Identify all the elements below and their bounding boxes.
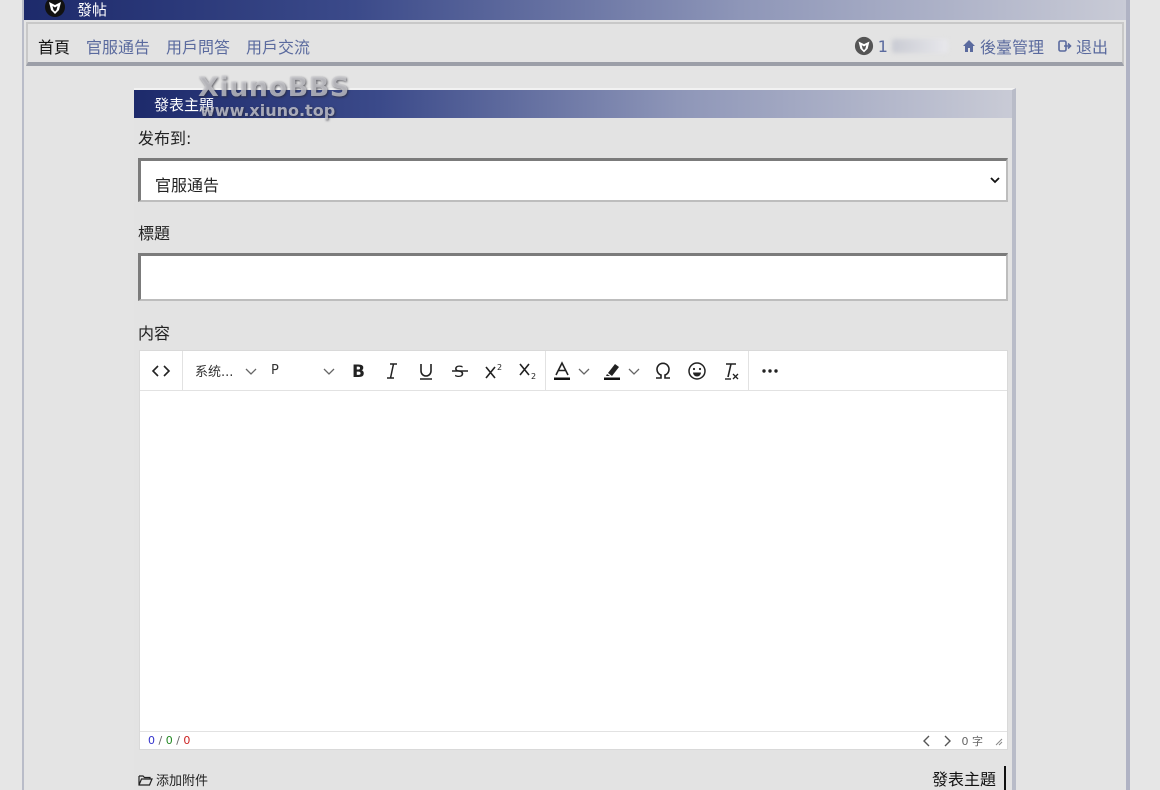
chevron-left-icon[interactable] [922, 735, 932, 747]
folder-open-icon [138, 774, 153, 786]
highlight-icon [604, 363, 620, 380]
svg-text:2: 2 [497, 363, 502, 372]
chevron-down-icon [990, 177, 1000, 184]
special-char-button[interactable] [646, 351, 680, 391]
superscript-icon: 2 [485, 363, 502, 379]
nav-user-area: 1 後臺管理 退出 [854, 34, 1108, 58]
emoji-icon [688, 361, 706, 380]
superscript-button[interactable]: 2 [477, 351, 511, 391]
window-titlebar: 發帖 [24, 0, 1126, 20]
forum-select[interactable]: 官服通告 [138, 158, 1008, 202]
special-char-icon [656, 362, 670, 379]
font-family-value: 系统... [195, 365, 234, 380]
clear-format-button[interactable] [714, 351, 748, 391]
more-button[interactable] [749, 351, 791, 391]
panel-header: 發表主題 [134, 90, 1012, 118]
user-menu[interactable]: 1 [854, 36, 948, 56]
chevron-down-icon [578, 368, 590, 375]
chevron-right-icon[interactable] [942, 735, 952, 747]
forum-select-value: 官服通告 [155, 176, 220, 195]
emoji-button[interactable] [680, 351, 714, 391]
username-redacted [891, 39, 948, 53]
title-input[interactable] [138, 253, 1008, 301]
home-icon [962, 40, 975, 52]
code-view-button[interactable] [140, 351, 182, 391]
window-title: 發帖 [77, 1, 108, 19]
logout-label: 退出 [1075, 38, 1108, 57]
editor-statusbar: 0 / 0 / 0 0 字 [140, 731, 1007, 749]
chevron-down-icon [628, 368, 640, 375]
user-avatar-icon [854, 36, 873, 56]
admin-label: 後臺管理 [979, 38, 1044, 57]
add-attachment-link[interactable]: 添加附件 [138, 770, 208, 789]
rich-text-editor: 系统... P B S 2 2 0 / 0 / 0 0 字 [139, 350, 1008, 750]
bold-button[interactable]: B [341, 351, 375, 391]
editor-counts: 0 / 0 / 0 [148, 734, 191, 747]
strikethrough-icon: S [452, 362, 468, 381]
logout-icon [1058, 40, 1072, 52]
count-c: 0 [183, 734, 191, 747]
italic-icon [387, 362, 397, 379]
logout-link[interactable]: 退出 [1058, 34, 1108, 58]
bold-icon: B [352, 362, 365, 381]
statusbar-right: 0 字 [922, 733, 1004, 749]
nav-links: 首頁 官服通告 用戶問答 用戶交流 [38, 34, 310, 58]
resize-handle-icon[interactable] [993, 736, 1003, 746]
username: 1 [877, 36, 888, 56]
subscript-icon: 2 [519, 362, 536, 381]
editor-toolbar: 系统... P B S 2 2 [140, 350, 1007, 391]
font-color-icon [554, 360, 570, 380]
block-format-value: P [271, 363, 279, 378]
nav-link-home[interactable]: 首頁 [38, 34, 70, 58]
chevron-down-icon [245, 368, 257, 375]
highlight-button[interactable] [596, 351, 646, 391]
nav-link-qa[interactable]: 用戶問答 [166, 34, 230, 58]
svg-text:B: B [352, 362, 365, 381]
publish-to-label: 发布到: [138, 129, 192, 148]
clear-format-icon [725, 362, 739, 380]
underline-button[interactable] [409, 351, 443, 391]
code-view-icon [151, 364, 171, 377]
more-icon [762, 368, 778, 373]
submit-topic-button[interactable]: 發表主題 [923, 766, 1006, 790]
italic-button[interactable] [375, 351, 409, 391]
panel-title: 發表主題 [154, 96, 215, 114]
subscript-button[interactable]: 2 [511, 351, 545, 391]
editor-content-area[interactable] [140, 391, 1007, 732]
nav-link-community[interactable]: 用戶交流 [246, 34, 310, 58]
strikethrough-button[interactable]: S [443, 351, 477, 391]
count-b: 0 [165, 734, 173, 747]
content-label: 内容 [138, 324, 171, 343]
underline-icon [420, 363, 432, 380]
new-topic-panel: 發表主題 发布到: 官服通告 標題 内容 系统... P B S 2 2 0 /… [134, 88, 1016, 790]
word-count: 0 字 [961, 735, 984, 748]
font-color-button[interactable] [546, 351, 596, 391]
svg-text:2: 2 [531, 372, 536, 381]
nav-link-announcements[interactable]: 官服通告 [86, 34, 150, 58]
title-label: 標題 [138, 224, 171, 243]
admin-link[interactable]: 後臺管理 [962, 34, 1044, 58]
add-attachment-label: 添加附件 [156, 774, 209, 789]
block-format-dropdown[interactable]: P [263, 351, 341, 391]
site-logo-icon [45, 0, 65, 17]
font-family-dropdown[interactable]: 系统... [183, 351, 263, 391]
chevron-down-icon [323, 368, 335, 375]
top-navbar: 首頁 官服通告 用戶問答 用戶交流 1 後臺管理 退出 [26, 22, 1124, 66]
count-a: 0 [148, 734, 155, 747]
